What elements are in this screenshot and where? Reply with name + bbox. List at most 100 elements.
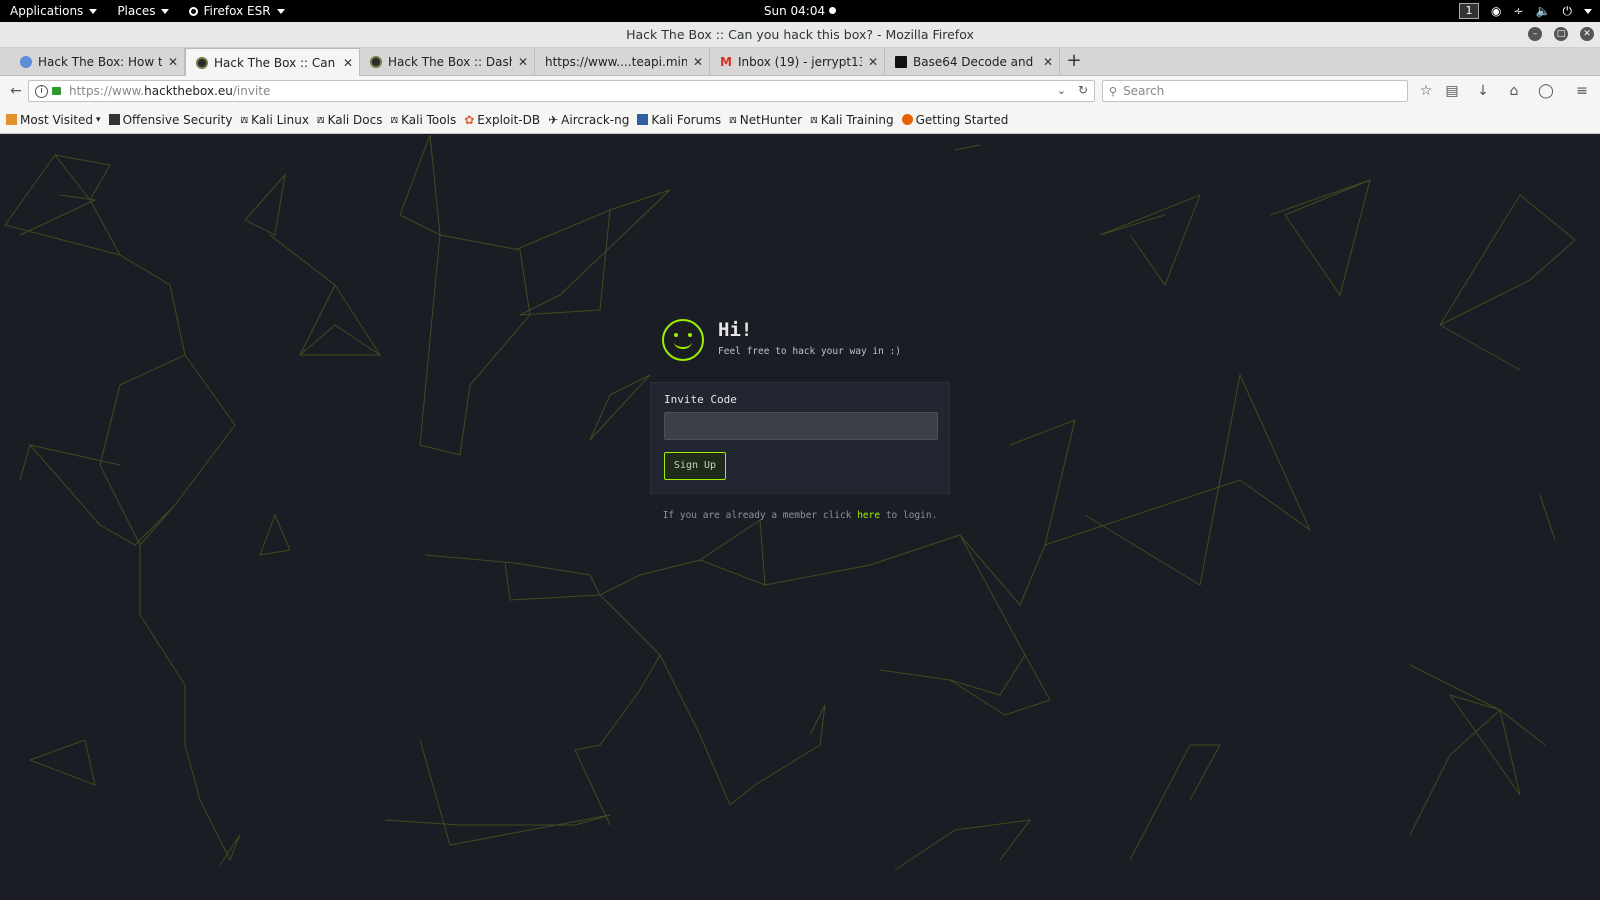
tab-htb-how-to[interactable]: Hack The Box: How t... ✕ [10,48,185,76]
firefox-icon [901,114,913,125]
clock-button[interactable]: Sun 04:04 [764,4,837,18]
bookmark-kali-linux[interactable]: ⟎ Kali Linux [240,112,308,127]
navigation-bar: ← i https://www. hackthebox.eu/invite ⌄ ↻… [0,76,1600,106]
bookmark-label: Offensive Security [122,112,233,127]
close-tab-icon[interactable]: ✕ [693,55,703,69]
bookmark-offensive-security[interactable]: Offensive Security [108,112,233,127]
bookmark-most-visited[interactable]: Most Visited ▾ [6,113,101,127]
applications-menu[interactable]: Applications [0,0,107,22]
back-arrow-icon[interactable]: ← [8,83,24,99]
offsec-icon [108,114,120,125]
tab-gmail-inbox[interactable]: M Inbox (19) - jerrypt130... ✕ [710,48,885,76]
system-tray: 1 ◉ ∻ 🔈 ⏻ [1459,0,1592,22]
firefox-icon [189,6,199,16]
chevron-down-icon [276,8,285,14]
close-tab-icon[interactable]: ✕ [168,55,178,69]
tab-label: Hack The Box: How t... [38,55,162,69]
places-menu[interactable]: Places [107,0,179,22]
info-icon[interactable]: i [35,84,48,98]
bookmark-star-icon[interactable]: ☆ [1418,83,1434,99]
system-top-bar: Applications Places Firefox ESR Sun 04:0… [0,0,1600,22]
download-icon[interactable]: ↓ [1475,83,1491,99]
bookmark-kali-training[interactable]: ⟎ Kali Training [810,112,893,127]
smiley-icon [662,319,704,361]
search-input[interactable]: ⚲ Search [1102,80,1408,102]
pocket-icon[interactable]: ◯ [1538,83,1554,99]
reload-icon[interactable]: ↻ [1078,83,1088,97]
bookmark-nethunter[interactable]: ⟎ NetHunter [729,112,802,127]
firefox-app-label: Firefox ESR [203,4,271,18]
library-icon[interactable]: ▤ [1444,83,1460,99]
invite-form: Invite Code Sign Up [650,382,950,494]
chevron-down-icon: ▾ [96,114,101,125]
tab-favicon-icon [370,56,382,68]
bookmark-kali-docs[interactable]: ⟎ Kali Docs [317,112,383,127]
aircrack-icon: ✈ [548,112,559,127]
bookmark-getting-started[interactable]: Getting Started [901,112,1009,127]
window-controls: – □ ✕ [1528,27,1594,41]
base64-favicon-icon [895,56,907,68]
bookmark-label: Kali Forums [651,112,722,127]
url-prefix: https://www. [69,84,145,98]
sign-up-button[interactable]: Sign Up [664,452,726,480]
login-note: If you are already a member click here t… [650,510,950,521]
tab-htb-can-you-hack[interactable]: Hack The Box :: Can y... ✕ [185,48,360,76]
new-tab-button[interactable]: + [1060,48,1088,76]
volume-icon[interactable]: 🔈 [1536,4,1551,18]
smiley-mouth [674,335,692,349]
wifi-icon[interactable]: ∻ [1513,4,1523,18]
login-link[interactable]: here [857,510,880,521]
bookmark-label: NetHunter [739,112,803,127]
close-tab-icon[interactable]: ✕ [1043,55,1053,69]
places-label: Places [117,4,156,18]
invite-code-input[interactable] [664,412,938,440]
close-window-button[interactable]: ✕ [1580,27,1594,41]
search-placeholder: Search [1123,84,1165,98]
url-bar[interactable]: i https://www. hackthebox.eu/invite ⌄ ↻ [28,80,1095,102]
window-title-bar: Hack The Box :: Can you hack this box? -… [0,22,1600,48]
bookmark-label: Most Visited [20,112,94,127]
tab-favicon-icon [196,56,208,69]
bookmark-label: Kali Docs [327,112,383,127]
kali-dragon-icon: ⟎ [390,112,399,126]
url-path: /invite [232,84,271,98]
bookmark-label: Kali Training [820,112,894,127]
kali-dragon-icon: ⟎ [316,112,325,126]
firefox-app-menu[interactable]: Firefox ESR [179,0,294,22]
chevron-down-icon[interactable] [1584,8,1592,14]
window-title: Hack The Box :: Can you hack this box? -… [626,27,974,42]
maximize-button[interactable]: □ [1554,27,1568,41]
home-icon[interactable]: ⌂ [1506,83,1522,99]
minimize-button[interactable]: – [1528,27,1542,41]
bookmark-aircrack-ng[interactable]: ✈ Aircrack-ng [548,113,629,127]
url-dropdown-icon[interactable]: ⌄ [1057,84,1066,97]
workspace-indicator[interactable]: 1 [1459,3,1479,19]
greeting-text: Hi! Feel free to hack your way in :) [718,319,901,357]
tab-teapi-js[interactable]: https://www....teapi.min.js ✕ [535,48,710,76]
lock-icon[interactable] [52,87,61,95]
notification-dot-icon [829,7,837,14]
close-tab-icon[interactable]: ✕ [518,55,528,69]
tab-label: Hack The Box :: Dash... [388,55,512,69]
close-tab-icon[interactable]: ✕ [868,55,878,69]
page-content: Hi! Feel free to hack your way in :) Inv… [0,135,1600,900]
greeting-subtitle: Feel free to hack your way in :) [718,346,902,357]
bookmark-kali-forums[interactable]: Kali Forums [637,113,721,127]
kali-dragon-icon: ⟎ [810,112,818,126]
screen-share-icon[interactable]: ◉ [1491,4,1501,18]
bookmark-exploit-db[interactable]: ✿ Exploit-DB [464,113,540,127]
power-icon[interactable]: ⏻ [1563,4,1573,19]
chevron-down-icon [89,8,98,14]
invite-code-label: Invite Code [664,393,737,406]
bookmark-label: Getting Started [915,112,1009,127]
tab-htb-dashboard[interactable]: Hack The Box :: Dash... ✕ [360,48,535,76]
close-tab-icon[interactable]: ✕ [343,56,353,70]
tab-base64-decode[interactable]: Base64 Decode and E... ✕ [885,48,1060,76]
greeting-block: Hi! Feel free to hack your way in :) [662,319,901,361]
hamburger-menu-icon[interactable]: ≡ [1574,83,1590,99]
tab-label: Hack The Box :: Can y... [214,55,337,70]
bookmark-kali-tools[interactable]: ⟎ Kali Tools [391,112,457,127]
search-icon: ⚲ [1109,84,1118,98]
url-host: hackthebox.eu [144,84,233,98]
gmail-icon: M [720,55,732,69]
